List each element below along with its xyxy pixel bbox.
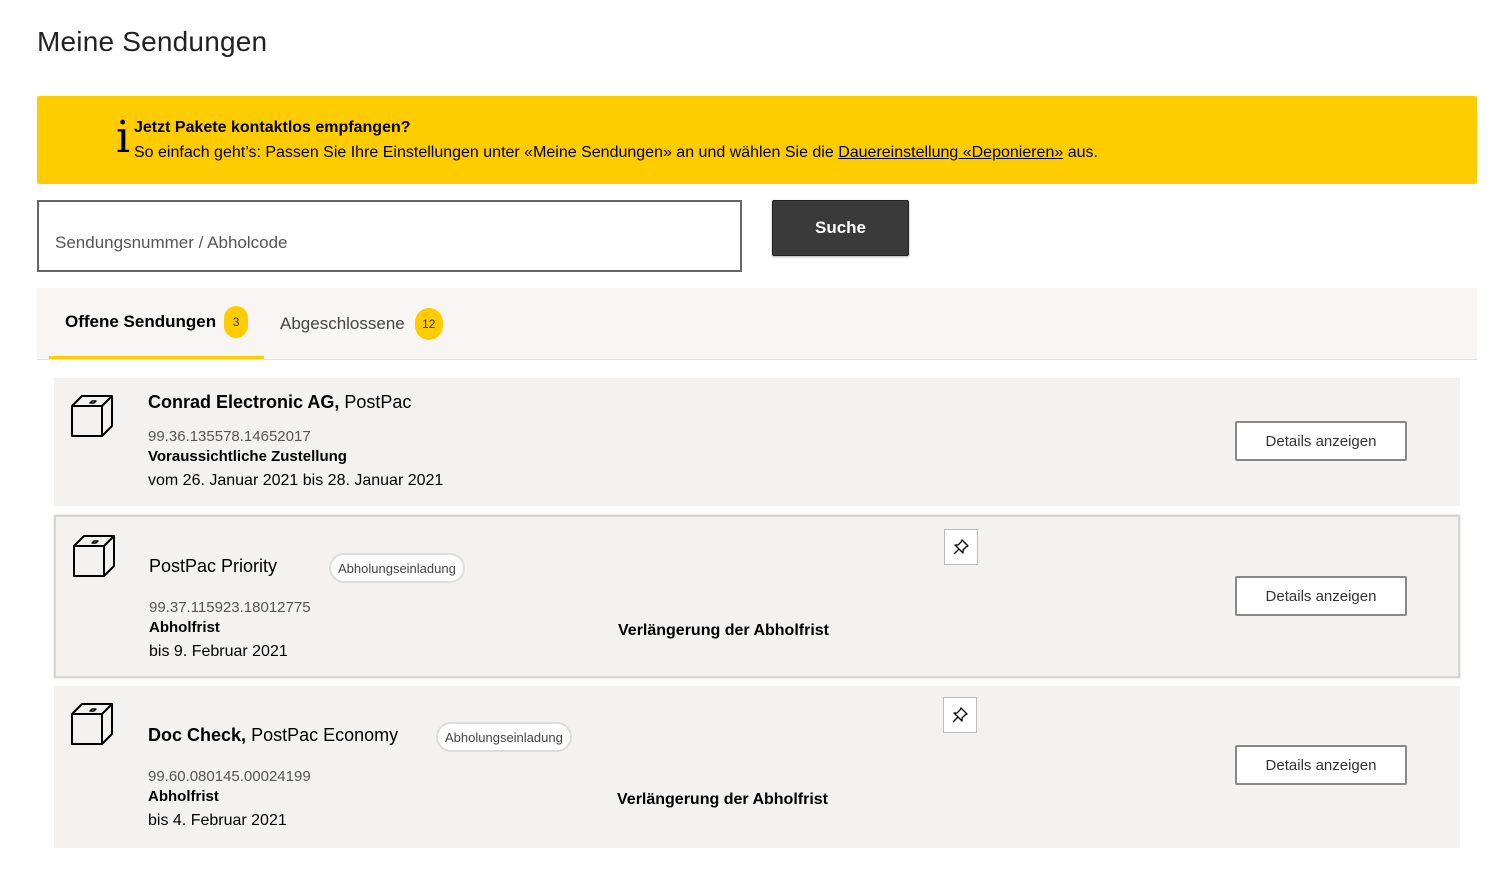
tracking-search-input[interactable] <box>37 200 742 272</box>
notice-text-after: aus. <box>1063 144 1098 161</box>
package-icon <box>73 535 115 577</box>
pin-button[interactable] <box>943 697 977 733</box>
extend-pickup-deadline-link[interactable]: Verlängerung der Abholfrist <box>618 622 829 640</box>
date-value: bis 9. Februar 2021 <box>149 643 288 660</box>
count-badge: 3 <box>224 306 249 338</box>
shipment-card: Conrad Electronic AG, PostPac 99.36.1355… <box>54 378 1460 506</box>
shipment-title: Conrad Electronic AG, PostPac <box>148 392 411 413</box>
search-button[interactable]: Suche <box>772 200 909 256</box>
tracking-number: 99.37.115923.18012775 <box>149 599 311 616</box>
notice-title: Jetzt Pakete kontaktlos empfangen? <box>134 119 411 136</box>
pin-icon <box>952 707 968 723</box>
count-badge: 12 <box>414 307 443 340</box>
extend-pickup-deadline-link[interactable]: Verlängerung der Abholfrist <box>617 791 828 809</box>
tab-completed-shipments[interactable]: Abgeschlossene 12 <box>280 288 443 359</box>
pin-button[interactable] <box>944 529 978 565</box>
sender-name: Doc Check, <box>148 725 247 745</box>
deponieren-setting-link[interactable]: Dauereinstellung «Deponieren» <box>838 144 1063 161</box>
notice-text: So einfach geht’s: Passen Sie Ihre Einst… <box>134 144 1098 162</box>
date-value: vom 26. Januar 2021 bis 28. Januar 2021 <box>148 472 444 489</box>
shipment-card: PostPac Priority Abholungseinladung 99.3… <box>54 515 1460 678</box>
page-title: Meine Sendungen <box>37 26 268 57</box>
shipment-title: Doc Check, PostPac Economy <box>148 725 398 746</box>
tab-label: Offene Sendungen <box>65 312 217 331</box>
status-badge: Abholungseinladung <box>329 553 465 583</box>
details-button[interactable]: Details anzeigen <box>1235 421 1407 461</box>
pin-icon <box>953 539 969 555</box>
product-name: PostPac Priority <box>149 556 278 576</box>
tab-label: Abgeschlossene <box>280 313 405 333</box>
notice-text-before: So einfach geht’s: Passen Sie Ihre Einst… <box>134 144 839 161</box>
package-icon <box>71 395 113 437</box>
info-icon: i <box>115 112 131 163</box>
details-button[interactable]: Details anzeigen <box>1235 745 1407 785</box>
sender-name: Conrad Electronic AG, <box>148 392 340 412</box>
shipment-tabs: Offene Sendungen 3 Abgeschlossene 12 <box>37 288 1477 360</box>
shipment-card: Doc Check, PostPac Economy Abholungseinl… <box>54 686 1460 848</box>
tracking-number: 99.36.135578.14652017 <box>148 428 311 445</box>
tab-open-shipments[interactable]: Offene Sendungen 3 <box>49 288 264 359</box>
product-name: PostPac <box>344 392 412 412</box>
date-value: bis 4. Februar 2021 <box>148 812 287 829</box>
date-label: Voraussichtliche Zustellung <box>148 448 347 465</box>
status-badge: Abholungseinladung <box>436 722 572 752</box>
contactless-notice-banner: i Jetzt Pakete kontaktlos empfangen? So … <box>37 96 1477 184</box>
shipment-title: PostPac Priority <box>149 556 277 577</box>
details-button[interactable]: Details anzeigen <box>1235 576 1407 616</box>
date-label: Abholfrist <box>149 619 220 636</box>
tracking-number: 99.60.080145.00024199 <box>148 768 311 785</box>
date-label: Abholfrist <box>148 788 219 805</box>
package-icon <box>71 703 113 745</box>
product-name: PostPac Economy <box>251 725 399 745</box>
